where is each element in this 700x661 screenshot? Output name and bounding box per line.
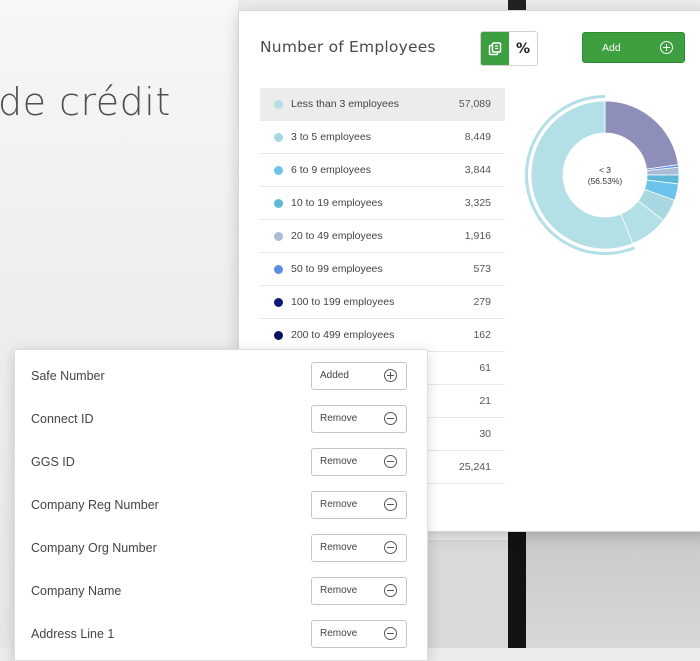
employee-row[interactable]: 10 to 19 employees 3,325	[260, 187, 505, 220]
donut-segment	[604, 100, 679, 170]
employee-row-value: 30	[479, 428, 491, 440]
minus-circle-icon	[384, 541, 397, 554]
field-label: Company Reg Number	[31, 497, 159, 512]
background-heading: de crédit	[0, 80, 171, 124]
employees-donut-chart: < 3(56.53%)	[525, 95, 680, 255]
field-row: Address Line 1 Remove	[15, 612, 427, 655]
employee-row[interactable]: 200 to 499 employees 162	[260, 319, 505, 352]
donut-center-label: < 3	[599, 165, 611, 175]
employee-row-value: 279	[473, 296, 491, 308]
legend-dot	[274, 198, 283, 208]
legend-dot	[274, 264, 283, 274]
employees-title: Number of Employees	[260, 38, 436, 56]
field-row: Company Name Remove	[15, 569, 427, 612]
remove-button[interactable]: Remove	[311, 490, 407, 519]
field-label: Connect ID	[31, 411, 94, 426]
field-label: Address Line 1	[31, 626, 115, 641]
field-label: GGS ID	[31, 454, 75, 469]
employee-row-value: 25,241	[458, 461, 491, 473]
legend-dot	[274, 165, 283, 175]
minus-circle-icon	[384, 584, 397, 597]
employee-row-label: 50 to 99 employees	[291, 263, 383, 275]
employee-row-label: 3 to 5 employees	[291, 131, 371, 143]
remove-button[interactable]: Remove	[311, 619, 407, 648]
minus-circle-icon	[384, 498, 397, 511]
minus-circle-icon	[384, 455, 397, 468]
employee-row-value: 3,325	[464, 197, 491, 209]
employee-row[interactable]: Less than 3 employees 57,089	[260, 88, 505, 121]
field-label: Company Org Number	[31, 540, 157, 555]
minus-circle-icon	[384, 627, 397, 640]
field-button-label: Remove	[320, 456, 358, 467]
field-button-label: Added	[320, 370, 349, 381]
employee-row-value: 1,916	[464, 230, 491, 242]
field-row: Company Reg Number Remove	[15, 483, 427, 526]
plus-circle-icon	[384, 369, 397, 382]
add-button[interactable]: Add	[582, 32, 685, 63]
fields-panel: Safe Number Added Connect ID Remove GGS ID Re…	[14, 349, 428, 661]
employee-row-value: 3,844	[464, 164, 491, 176]
field-row: Safe Number Added	[15, 354, 427, 397]
employee-row-label: 20 to 49 employees	[291, 230, 383, 242]
background-strip	[526, 530, 700, 648]
employee-row-label: 6 to 9 employees	[291, 164, 371, 176]
percent-label: %	[515, 40, 531, 57]
field-row: Connect ID Remove	[15, 397, 427, 440]
employee-row-value: 573	[473, 263, 491, 275]
field-row: Company Org Number Remove	[15, 526, 427, 569]
employee-row-value: 21	[479, 395, 491, 407]
employee-row[interactable]: 6 to 9 employees 3,844	[260, 154, 505, 187]
employee-row-label: 100 to 199 employees	[291, 296, 395, 308]
employee-row-value: 162	[473, 329, 491, 341]
field-row: GGS ID Remove	[15, 440, 427, 483]
employee-row[interactable]: 3 to 5 employees 8,449	[260, 121, 505, 154]
employee-row-value: 57,089	[458, 98, 491, 110]
fields-list: Safe Number Added Connect ID Remove GGS ID Re…	[15, 350, 427, 655]
remove-button[interactable]: Remove	[311, 447, 407, 476]
field-button-label: Remove	[320, 628, 358, 639]
added-button[interactable]: Added	[311, 361, 407, 390]
add-button-label: Add	[602, 41, 621, 54]
employee-row-label: 10 to 19 employees	[291, 197, 383, 209]
field-label: Safe Number	[31, 368, 105, 383]
background-strip-bottom	[426, 540, 508, 648]
legend-dot	[274, 231, 283, 241]
employee-row-value: 61	[479, 362, 491, 374]
field-button-label: Remove	[320, 585, 358, 596]
minus-circle-icon	[384, 412, 397, 425]
legend-dot	[274, 99, 283, 109]
employee-row-value: 8,449	[464, 131, 491, 143]
employee-row[interactable]: 20 to 49 employees 1,916	[260, 220, 505, 253]
field-button-label: Remove	[320, 542, 358, 553]
plus-circle-icon	[660, 41, 673, 54]
view-toggle: %	[480, 31, 538, 66]
legend-dot	[274, 132, 283, 142]
legend-dot	[274, 330, 283, 340]
donut-center-percent: (56.53%)	[588, 176, 623, 186]
employee-row-label: 200 to 499 employees	[291, 329, 395, 341]
toggle-count-button[interactable]	[481, 32, 509, 65]
field-button-label: Remove	[320, 499, 358, 510]
employee-row[interactable]: 100 to 199 employees 279	[260, 286, 505, 319]
field-button-label: Remove	[320, 413, 358, 424]
toggle-percent-button[interactable]: %	[509, 32, 537, 65]
remove-button[interactable]: Remove	[311, 533, 407, 562]
remove-button[interactable]: Remove	[311, 404, 407, 433]
copy-icon	[488, 41, 502, 55]
employee-row-label: Less than 3 employees	[291, 98, 399, 110]
field-label: Company Name	[31, 583, 122, 598]
employee-row[interactable]: 50 to 99 employees 573	[260, 253, 505, 286]
remove-button[interactable]: Remove	[311, 576, 407, 605]
legend-dot	[274, 297, 283, 307]
